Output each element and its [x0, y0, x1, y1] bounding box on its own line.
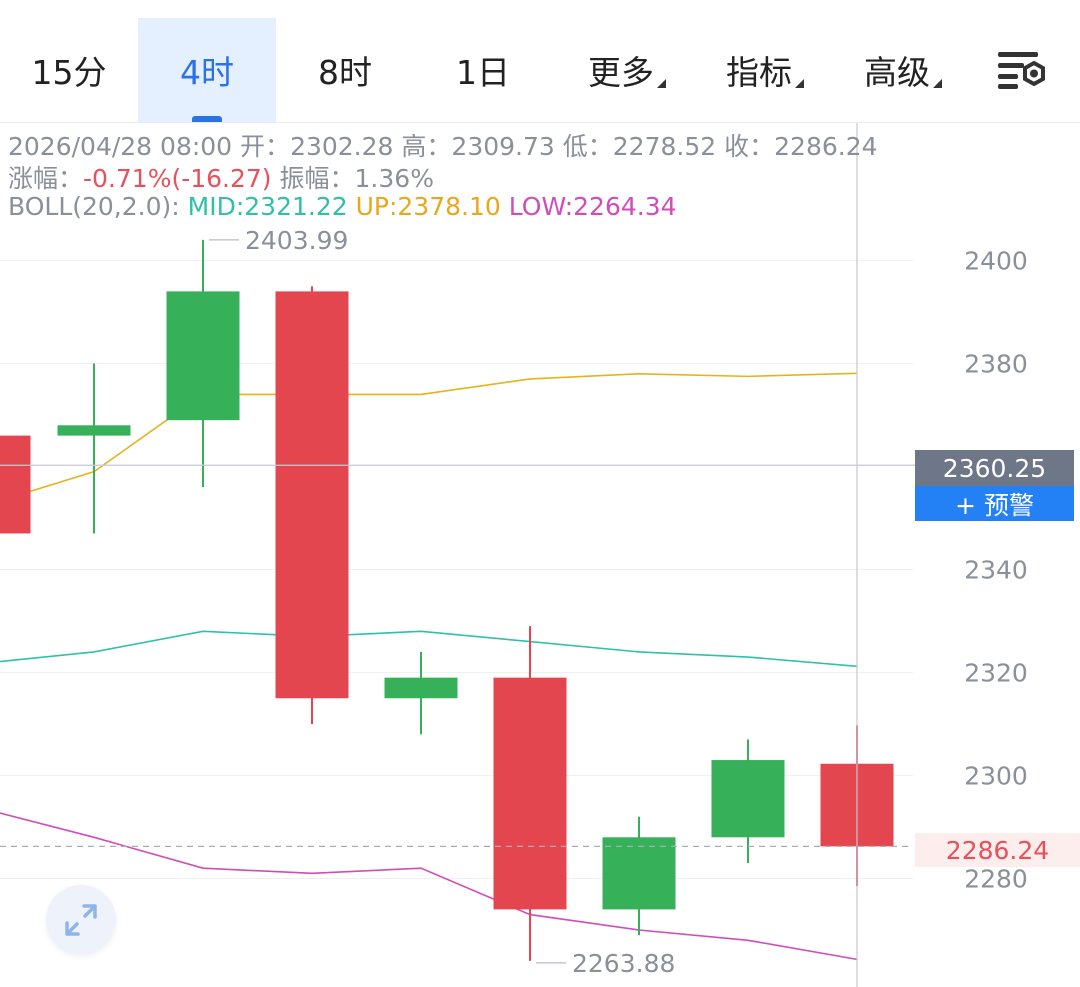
low-value-label: 2263.88 [572, 949, 675, 978]
y-tick-label: 2400 [964, 247, 1028, 276]
close-label: 收： [724, 132, 775, 161]
tab-5[interactable]: 更多 [552, 18, 690, 122]
tab-1[interactable]: 15分 [0, 18, 138, 122]
boll-upper-line [0, 372, 858, 502]
tab-label: 指标 [726, 53, 792, 92]
expand-button[interactable] [46, 885, 116, 955]
boll-mid-line [0, 630, 858, 668]
tab-label: 1日 [456, 53, 510, 92]
change-label: 涨幅： [8, 164, 84, 193]
active-tab-indicator [192, 116, 222, 122]
close-value: 2286.24 [774, 132, 878, 161]
high-value-label: 2403.99 [245, 226, 348, 255]
boll-info-line: BOLL(20,2.0): MID:2321.22 UP:2378.10 LOW… [8, 192, 677, 221]
high-label: 高： [401, 132, 452, 161]
y-tick-label: 2340 [964, 556, 1028, 585]
high-value: 2309.73 [451, 132, 555, 161]
open-label: 开： [240, 132, 291, 161]
tab-label: 更多 [588, 53, 654, 92]
tab-label: 15分 [31, 53, 107, 92]
ohlc-info-line: 2026/04/28 08:00 开：2302.28 高：2309.73 低：2… [8, 127, 878, 163]
add-alert-button[interactable]: + 预警 [915, 486, 1074, 521]
boll-low-value: LOW:2264.34 [508, 192, 677, 221]
candle-body [275, 291, 349, 699]
y-tick-label: 2320 [964, 659, 1028, 688]
boll-label: BOLL(20,2.0): [8, 192, 180, 221]
last-price-label: 2286.24 [915, 833, 1080, 867]
y-tick-label: 2300 [964, 762, 1028, 791]
candle-body [384, 677, 458, 699]
tab-label: 8时 [318, 53, 372, 92]
tab-label: 高级 [864, 53, 930, 92]
settings-gear-icon[interactable] [996, 46, 1050, 94]
candle-body [711, 760, 785, 838]
low-value: 2278.52 [612, 132, 717, 161]
boll-mid-value: MID:2321.22 [187, 192, 348, 221]
crosshair-price-badge: 2360.25 [915, 450, 1074, 486]
amplitude-value: 1.36% [354, 164, 434, 193]
amplitude-label: 振幅： [279, 164, 355, 193]
dropdown-caret-icon [657, 79, 666, 88]
datetime-value: 2026/04/28 08:00 [8, 132, 233, 161]
tab-4[interactable]: 1日 [414, 18, 552, 122]
boll-up-value: UP:2378.10 [355, 192, 501, 221]
tab-label: 4时 [180, 53, 234, 92]
timeframe-tab-bar: 15分 4时 8时 1日 更多 指标 高级 [0, 0, 1080, 123]
tab-7[interactable]: 高级 [828, 18, 966, 122]
change-value: -0.71%(-16.27) [83, 164, 272, 193]
expand-icon [65, 904, 97, 936]
candle-body [57, 425, 131, 436]
candle-body [493, 677, 567, 910]
low-label: 低： [562, 132, 613, 161]
tab-3[interactable]: 8时 [276, 18, 414, 122]
change-info-line: 涨幅：-0.71%(-16.27) 振幅：1.36% [8, 159, 434, 195]
candle-body [602, 837, 676, 910]
y-tick-label: 2380 [964, 350, 1028, 379]
tab-2[interactable]: 4时 [138, 18, 276, 122]
candle-body [166, 291, 240, 421]
tab-6[interactable]: 指标 [690, 18, 828, 122]
candle-body [0, 435, 31, 534]
y-tick-label: 2280 [964, 865, 1028, 894]
dropdown-caret-icon [795, 79, 804, 88]
open-value: 2302.28 [290, 132, 394, 161]
dropdown-caret-icon [933, 79, 942, 88]
